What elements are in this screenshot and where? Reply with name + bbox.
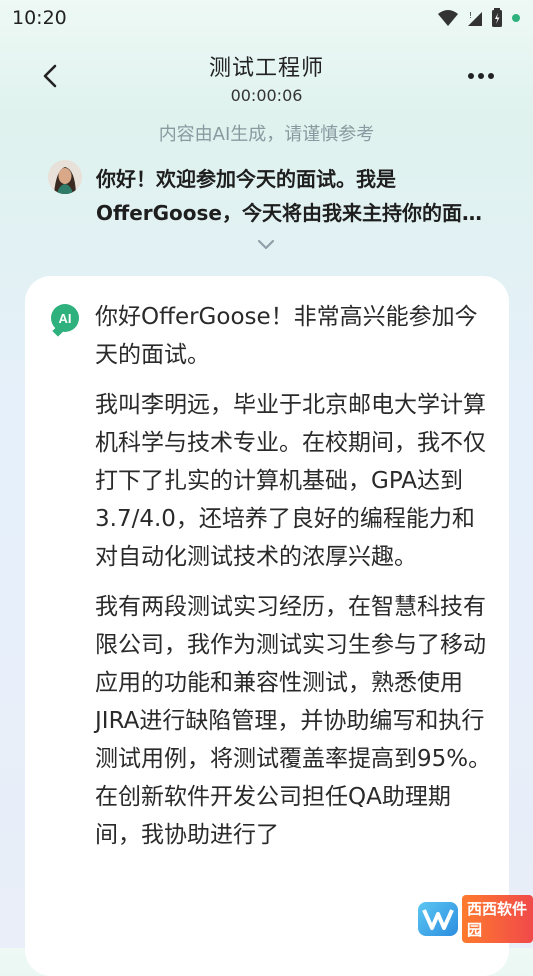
- avatar: [48, 160, 82, 194]
- more-dot: [478, 73, 484, 79]
- answer-paragraph: 我叫李明远，毕业于北京邮电大学计算机科学与技术专业。在校期间，我不仅打下了扎实的…: [95, 392, 486, 570]
- status-time: 10:20: [12, 7, 67, 29]
- interview-timer: 00:00:06: [230, 86, 303, 105]
- signal-icon: !: [468, 11, 482, 26]
- svg-text:!: !: [469, 11, 472, 20]
- ai-disclaimer: 内容由AI生成，请谨慎参考: [158, 124, 375, 145]
- watermark: 西西软件园: [418, 895, 533, 943]
- header-title-group: 测试工程师 00:00:06: [0, 50, 533, 105]
- battery-icon: [492, 8, 502, 27]
- chevron-down-icon[interactable]: [256, 238, 276, 252]
- page-title: 测试工程师: [208, 56, 324, 81]
- watermark-logo-icon: [418, 902, 458, 936]
- answer-card: AI 你好OfferGoose！非常高兴能参加今天的面试。 我叫李明远，毕业于北…: [25, 276, 509, 976]
- notification-dot-icon: [512, 14, 520, 22]
- more-options-button[interactable]: [465, 64, 497, 88]
- wifi-icon: [438, 10, 458, 26]
- answer-paragraph: 你好OfferGoose！非常高兴能参加今天的面试。: [95, 304, 478, 368]
- answer-text: 你好OfferGoose！非常高兴能参加今天的面试。 我叫李明远，毕业于北京邮电…: [95, 298, 495, 866]
- interviewer-message-text: 你好！欢迎参加今天的面试。我是OfferGoose，今天将由我来主持你的面试。: [96, 167, 462, 225]
- interviewer-avatar-image: [48, 160, 82, 194]
- ai-badge-icon: AI: [51, 304, 79, 332]
- answer-paragraph: 我有两段测试实习经历，在智慧科技有限公司，我作为测试实习生参与了移动应用的功能和…: [95, 594, 492, 848]
- status-icons: !: [437, 8, 521, 28]
- more-dot: [468, 73, 474, 79]
- status-bar: 10:20 !: [0, 0, 533, 36]
- watermark-text: 西西软件园: [462, 895, 533, 943]
- more-dot: [488, 73, 494, 79]
- header: 测试工程师 00:00:06: [0, 36, 533, 112]
